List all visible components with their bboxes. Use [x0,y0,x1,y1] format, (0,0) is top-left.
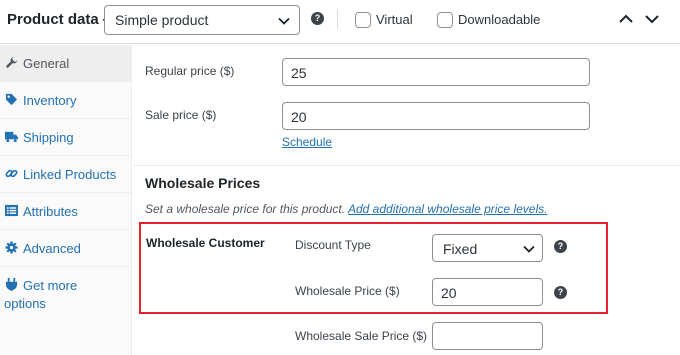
tab-get-more-options[interactable]: Get more options [0,267,132,321]
sale-price-input[interactable]: 20 [282,102,590,130]
tab-shipping-label: Shipping [23,130,74,145]
wholesale-price-input[interactable]: 20 [432,278,543,306]
chevron-down-icon [523,245,535,253]
tab-shipping[interactable]: Shipping [0,119,132,156]
tab-options-label: options [4,296,46,311]
wholesale-description: Set a wholesale price for this product. … [145,202,547,216]
header-divider [337,9,338,29]
product-type-value: Simple product [115,12,209,28]
help-icon[interactable]: ? [311,12,324,25]
tab-advanced-label: Advanced [23,241,81,256]
tab-general-label: General [23,56,70,71]
tab-general[interactable]: General [0,45,132,82]
sale-price-label: Sale price ($) [145,108,217,122]
virtual-checkbox[interactable] [355,12,371,28]
discount-type-value: Fixed [443,241,478,257]
virtual-label[interactable]: Virtual [376,12,413,27]
plugin-icon [5,278,18,291]
discount-type-select[interactable]: Fixed [432,234,543,262]
wholesale-sale-price-label: Wholesale Sale Price ($) [295,329,428,343]
product-type-select[interactable]: Simple product [104,5,300,35]
chevron-down-icon[interactable] [644,11,660,27]
tag-icon [5,93,18,106]
list-icon [5,204,18,217]
tab-attributes[interactable]: Attributes [0,193,132,230]
tab-advanced[interactable]: Advanced [0,230,132,267]
schedule-link[interactable]: Schedule [282,135,332,149]
chevron-down-icon [278,17,290,25]
wholesale-sale-price-input[interactable] [432,322,543,350]
discount-type-help-icon[interactable]: ? [554,240,567,253]
truck-icon [5,131,18,143]
regular-price-label: Regular price ($) [145,64,235,78]
discount-type-label: Discount Type [295,238,371,252]
wrench-icon [5,56,18,69]
regular-price-value: 25 [291,65,307,81]
sale-price-value: 20 [291,109,307,125]
downloadable-checkbox[interactable] [437,12,453,28]
wholesale-price-help-icon[interactable]: ? [554,286,567,299]
chevron-up-icon[interactable] [618,11,634,27]
add-price-levels-link[interactable]: Add additional wholesale price levels. [348,202,547,216]
panel-title: Product data — [7,11,118,28]
link-icon [5,169,18,178]
downloadable-label[interactable]: Downloadable [458,12,540,27]
product-data-tabs: General Inventory Shipping Linked Produc… [0,45,132,355]
tab-inventory[interactable]: Inventory [0,82,132,119]
tab-linked-products-label: Linked Products [23,167,117,182]
gear-icon [5,241,18,254]
wholesale-prices-title: Wholesale Prices [145,175,261,191]
wholesale-customer-label: Wholesale Customer [146,236,265,250]
wholesale-price-value: 20 [441,285,457,301]
tab-inventory-label: Inventory [23,93,77,108]
section-divider [133,165,680,166]
regular-price-input[interactable]: 25 [282,58,590,86]
tab-attributes-label: Attributes [23,204,78,219]
wholesale-description-text: Set a wholesale price for this product. [145,202,346,216]
wholesale-price-label: Wholesale Price ($) [295,284,400,298]
tab-linked-products[interactable]: Linked Products [0,156,132,193]
tab-get-more-label: Get more [23,278,78,293]
product-data-header: Product data — Simple product ? Virtual … [0,0,680,44]
